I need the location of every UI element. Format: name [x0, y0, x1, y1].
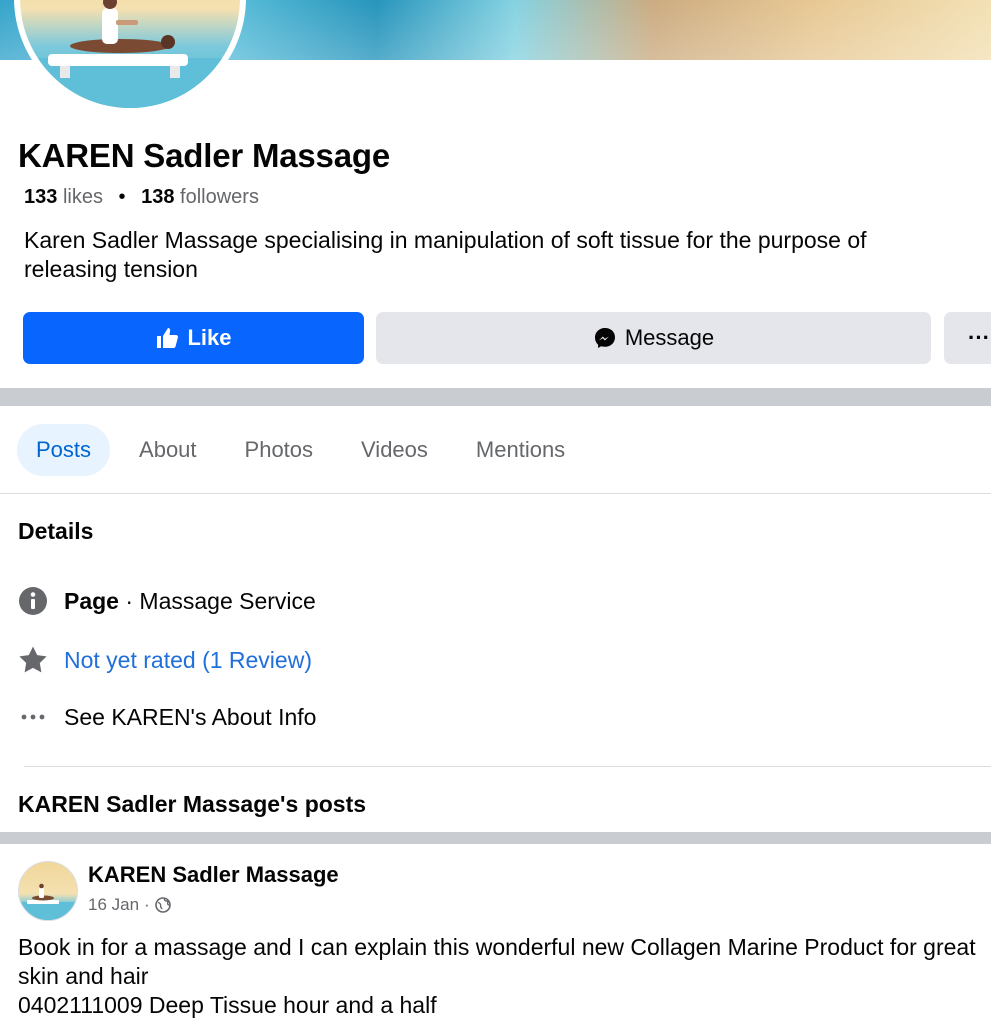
tab-posts[interactable]: Posts	[17, 424, 111, 476]
tabs-divider	[0, 493, 991, 494]
tab-videos[interactable]: Videos	[342, 424, 447, 476]
tab-about[interactable]: About	[120, 424, 216, 476]
post-text: Book in for a massage and I can explain …	[18, 934, 976, 1018]
profile-picture[interactable]	[14, 0, 246, 114]
massage-scene-illustration	[20, 0, 240, 108]
detail-category: Page · Massage Service	[18, 586, 316, 616]
detail-about-info[interactable]: See KAREN's About Info	[18, 702, 316, 732]
like-button[interactable]: Like	[23, 312, 364, 364]
details-divider	[24, 766, 991, 767]
post-date[interactable]: 16 Jan	[88, 895, 139, 915]
tab-mentions[interactable]: Mentions	[457, 424, 584, 476]
thumbs-up-icon	[157, 328, 179, 348]
followers-count[interactable]: 138	[141, 186, 174, 208]
category-label: Page	[64, 587, 119, 614]
post-meta-separator: ·	[144, 895, 150, 914]
info-icon	[18, 586, 48, 616]
post-author-avatar[interactable]	[18, 861, 78, 921]
page-stats: 133 likes • 138 followers	[24, 186, 259, 209]
page-description: Karen Sadler Massage specialising in man…	[24, 227, 867, 282]
details-heading: Details	[18, 518, 94, 544]
more-options-icon: ···	[968, 325, 990, 350]
avatar-thumbnail	[19, 883, 77, 920]
more-options-button[interactable]: ···	[944, 312, 991, 364]
page-title: KAREN Sadler Massage	[18, 137, 390, 174]
about-info-link[interactable]: See KAREN's About Info	[64, 704, 316, 731]
post-author-name[interactable]: KAREN Sadler Massage	[88, 862, 339, 888]
star-icon	[18, 645, 48, 675]
posts-heading: KAREN Sadler Massage's posts	[18, 791, 367, 817]
like-button-label: Like	[187, 325, 232, 350]
category-value: · Massage Service	[118, 587, 316, 614]
likes-count[interactable]: 133	[24, 186, 57, 208]
section-divider	[0, 388, 991, 406]
tab-photos[interactable]: Photos	[226, 424, 333, 476]
rating-link[interactable]: Not yet rated (1 Review)	[64, 647, 312, 674]
post-meta: 16 Jan ·	[88, 895, 171, 915]
detail-rating[interactable]: Not yet rated (1 Review)	[18, 645, 312, 675]
followers-label[interactable]: followers	[180, 186, 259, 208]
profile-tabs: Posts About Photos Videos Mentions	[17, 424, 594, 476]
likes-label[interactable]: likes	[63, 186, 103, 208]
globe-icon	[154, 897, 171, 913]
stats-separator: •	[118, 186, 126, 208]
posts-section-divider	[0, 832, 991, 844]
message-button-label: Message	[624, 325, 715, 350]
message-button[interactable]: Message	[376, 312, 931, 364]
more-dots-icon	[18, 702, 48, 732]
messenger-icon	[594, 328, 615, 348]
